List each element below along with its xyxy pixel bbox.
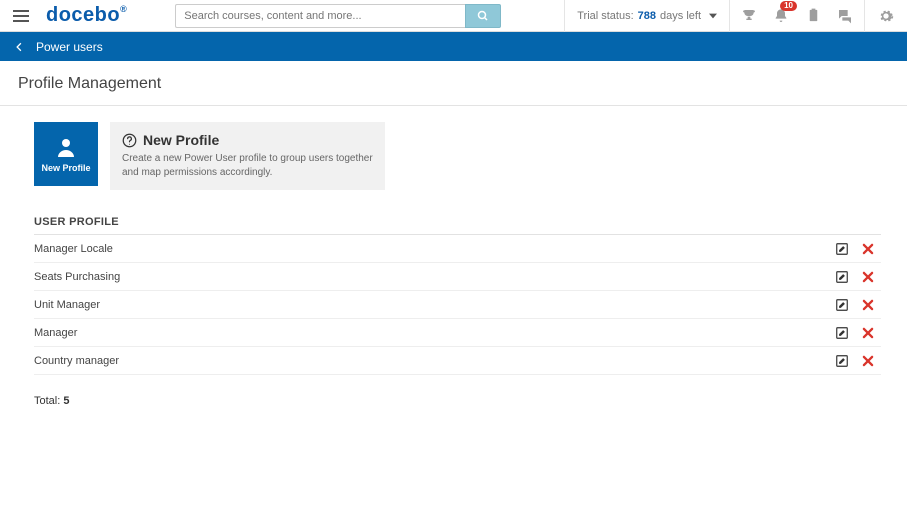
- total-count: Total: 5: [34, 395, 881, 407]
- delete-icon: [861, 242, 875, 256]
- delete-button[interactable]: [855, 298, 881, 312]
- profile-row: Manager Locale: [34, 235, 881, 263]
- notification-badge: 10: [780, 1, 797, 11]
- edit-button[interactable]: [829, 326, 855, 340]
- new-profile-tile[interactable]: New Profile: [34, 122, 98, 186]
- delete-button[interactable]: [855, 242, 881, 256]
- delete-icon: [861, 270, 875, 284]
- edit-icon: [835, 242, 849, 256]
- hamburger-menu-button[interactable]: [0, 0, 42, 32]
- trial-suffix: days left: [660, 10, 701, 22]
- delete-icon: [861, 354, 875, 368]
- search-wrap: [175, 4, 501, 28]
- profile-row: Unit Manager: [34, 291, 881, 319]
- page-title: Profile Management: [0, 61, 907, 106]
- edit-icon: [835, 298, 849, 312]
- edit-button[interactable]: [829, 270, 855, 284]
- section-heading: USER PROFILE: [34, 216, 881, 235]
- new-profile-tile-label: New Profile: [41, 163, 90, 173]
- delete-icon: [861, 298, 875, 312]
- edit-icon: [835, 354, 849, 368]
- breadcrumb-label[interactable]: Power users: [36, 40, 103, 54]
- edit-icon: [835, 270, 849, 284]
- top-bar: docebo® Trial status: 788 days left 10: [0, 0, 907, 32]
- edit-icon: [835, 326, 849, 340]
- trophy-icon[interactable]: [740, 7, 758, 25]
- trial-status[interactable]: Trial status: 788 days left: [564, 0, 729, 32]
- profile-name: Unit Manager: [34, 299, 829, 311]
- profile-name: Country manager: [34, 355, 829, 367]
- breadcrumb-bar: Power users: [0, 32, 907, 61]
- chevron-left-icon: [14, 42, 24, 52]
- trial-prefix: Trial status:: [577, 10, 633, 22]
- search-icon: [477, 10, 489, 22]
- search-button[interactable]: [465, 4, 501, 28]
- profile-name: Manager: [34, 327, 829, 339]
- new-profile-heading: New Profile: [143, 132, 219, 148]
- person-icon: [54, 135, 78, 159]
- new-profile-row: New Profile New Profile Create a new Pow…: [34, 122, 881, 190]
- help-icon[interactable]: [122, 133, 137, 148]
- total-label: Total:: [34, 395, 60, 407]
- edit-button[interactable]: [829, 354, 855, 368]
- settings-button[interactable]: [865, 0, 907, 32]
- profile-row: Country manager: [34, 347, 881, 375]
- gear-icon: [878, 8, 894, 24]
- new-profile-info: New Profile Create a new Power User prof…: [110, 122, 385, 190]
- trial-days: 788: [638, 10, 656, 22]
- content-scroll: New Profile New Profile Create a new Pow…: [0, 108, 907, 506]
- delete-button[interactable]: [855, 326, 881, 340]
- caret-down-icon: [709, 13, 717, 19]
- profile-row: Seats Purchasing: [34, 263, 881, 291]
- registered-mark: ®: [120, 4, 127, 14]
- search-input[interactable]: [175, 4, 465, 28]
- total-number: 5: [63, 395, 69, 407]
- clipboard-icon[interactable]: [804, 7, 822, 25]
- delete-button[interactable]: [855, 354, 881, 368]
- back-button[interactable]: [10, 38, 28, 56]
- profile-name: Manager Locale: [34, 243, 829, 255]
- delete-icon: [861, 326, 875, 340]
- profile-name: Seats Purchasing: [34, 271, 829, 283]
- profile-row: Manager: [34, 319, 881, 347]
- bell-icon[interactable]: 10: [772, 7, 790, 25]
- edit-button[interactable]: [829, 242, 855, 256]
- edit-button[interactable]: [829, 298, 855, 312]
- delete-button[interactable]: [855, 270, 881, 284]
- new-profile-description: Create a new Power User profile to group…: [122, 152, 373, 180]
- brand-text: docebo: [46, 4, 120, 26]
- chat-icon[interactable]: [836, 7, 854, 25]
- brand-logo[interactable]: docebo®: [42, 4, 135, 27]
- topbar-icons: 10: [729, 0, 865, 32]
